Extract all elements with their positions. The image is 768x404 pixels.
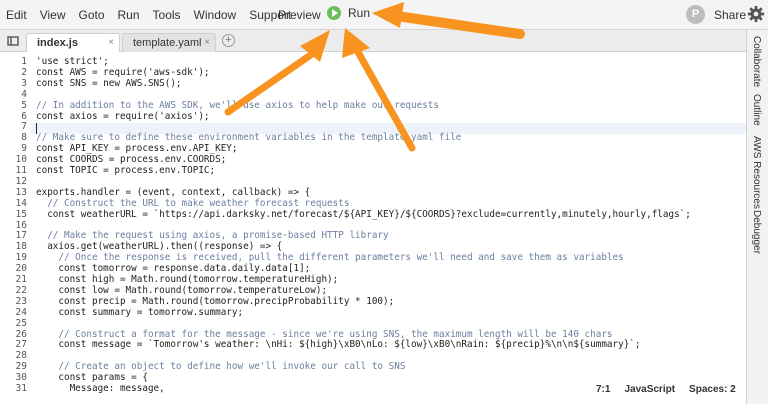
- tab-label: template.yaml: [133, 37, 202, 49]
- code-line: // Create an object to define how we'll …: [36, 361, 406, 373]
- tab-label: index.js: [37, 37, 78, 49]
- main-menu: Edit View Goto Run Tools Window Support: [0, 8, 304, 22]
- run-button[interactable]: Run: [327, 6, 370, 20]
- line-number: 27: [15, 339, 27, 351]
- avatar[interactable]: P: [686, 5, 705, 24]
- line-number: 6: [21, 110, 27, 122]
- line-number: 15: [15, 208, 27, 220]
- code-line: 'use strict';: [36, 56, 109, 67]
- tab-index-js[interactable]: index.js ×: [26, 33, 120, 53]
- line-number: 14: [15, 197, 27, 209]
- run-icon: [327, 6, 341, 20]
- menu-item-run[interactable]: Run: [118, 8, 140, 22]
- code-line: const TOPIC = process.env.TOPIC;: [36, 165, 216, 176]
- code-line: // Make sure to define these environment…: [36, 132, 462, 144]
- line-number: 1: [21, 56, 27, 67]
- code-line: exports.handler = (event, context, callb…: [36, 186, 311, 198]
- line-number: 30: [15, 372, 27, 384]
- tab-bar: index.js × template.yaml × +: [0, 30, 746, 53]
- sidebar-tab-debugger[interactable]: Debugger: [751, 210, 762, 254]
- code-line: const params = {: [36, 372, 148, 384]
- line-number: 29: [15, 361, 27, 373]
- cursor-position[interactable]: 7:1: [596, 384, 610, 395]
- code-line: const precip = Math.round(tomorrow.preci…: [36, 295, 395, 307]
- line-number: 17: [15, 230, 27, 242]
- code-line: const API_KEY = process.env.API_KEY;: [36, 143, 238, 155]
- line-number: 22: [15, 284, 27, 296]
- code-line: const tomorrow = response.data.daily.dat…: [36, 263, 311, 275]
- code-line: // Make the request using axios, a promi…: [36, 230, 389, 242]
- line-number: 18: [15, 241, 27, 253]
- line-number: 12: [15, 175, 27, 187]
- code-line: const low = Math.round(tomorrow.temperat…: [36, 284, 328, 296]
- code-line: axios.get(weatherURL).then((response) =>…: [36, 241, 283, 253]
- line-number: 26: [15, 328, 27, 340]
- code-line: const weatherURL = `https://api.darksky.…: [36, 208, 691, 220]
- line-number: 25: [15, 317, 27, 329]
- line-number: 5: [21, 99, 27, 111]
- code-line: const high = Math.round(tomorrow.tempera…: [36, 274, 339, 285]
- code-line: // Once the response is received, pull t…: [36, 252, 624, 264]
- line-number: 9: [21, 143, 27, 155]
- line-number: 19: [15, 252, 27, 264]
- gear-icon[interactable]: [747, 5, 765, 23]
- code-line: Message: message,: [36, 383, 165, 394]
- sidebar-tab-outline[interactable]: Outline: [751, 94, 762, 126]
- line-number: 3: [21, 77, 27, 89]
- menu-bar: Edit View Goto Run Tools Window Support: [0, 0, 768, 30]
- language-mode[interactable]: JavaScript: [624, 384, 675, 395]
- line-number: 24: [15, 306, 27, 318]
- line-number: 16: [15, 219, 27, 231]
- line-number: 11: [15, 165, 27, 176]
- menu-item-tools[interactable]: Tools: [153, 8, 181, 22]
- line-number: 21: [15, 274, 27, 285]
- menu-item-goto[interactable]: Goto: [78, 8, 104, 22]
- sidebar-tab-collaborate[interactable]: Collaborate: [751, 36, 762, 87]
- close-tab-icon[interactable]: ×: [204, 37, 210, 48]
- line-number: 7: [21, 121, 27, 133]
- right-sidebar: Collaborate Outline AWS Resources Debugg…: [746, 30, 768, 404]
- indent-setting[interactable]: Spaces: 2: [689, 384, 736, 395]
- share-button[interactable]: Share: [714, 8, 746, 22]
- code-line: const AWS = require('aws-sdk');: [36, 66, 210, 78]
- code-line: // Construct the URL to make weather for…: [36, 197, 350, 209]
- line-number: 8: [21, 132, 27, 144]
- menu-item-edit[interactable]: Edit: [6, 8, 27, 22]
- code-line: // Construct a format for the message - …: [36, 328, 613, 340]
- code-line: const summary = tomorrow.summary;: [36, 306, 244, 318]
- menu-item-view[interactable]: View: [40, 8, 66, 22]
- code-line: const COORDS = process.env.COORDS;: [36, 154, 227, 166]
- line-number: 20: [15, 263, 27, 275]
- line-number: 4: [21, 88, 27, 100]
- preview-button[interactable]: Preview: [278, 8, 321, 22]
- line-number: 23: [15, 295, 27, 307]
- code-line: // In addition to the AWS SDK, we'll use…: [36, 99, 439, 111]
- close-tab-icon[interactable]: ×: [108, 37, 114, 48]
- line-number: 31: [15, 383, 27, 394]
- line-number: 2: [21, 66, 27, 78]
- file-menu-icon[interactable]: [7, 35, 19, 47]
- line-gutter: 1 2 3 4 5 6 7 8 9 10 11 12 13 14 15 16 17 18 19 20 21 22 23 24 2…: [0, 52, 31, 404]
- status-bar: 7:1 JavaScript Spaces: 2: [596, 383, 763, 396]
- menu-item-window[interactable]: Window: [194, 8, 237, 22]
- line-number: 28: [15, 350, 27, 362]
- add-tab-icon[interactable]: +: [222, 34, 235, 47]
- code-line: const axios = require('axios');: [36, 110, 210, 122]
- line-number: 10: [15, 154, 27, 166]
- code-line: const SNS = new AWS.SNS();: [36, 77, 182, 89]
- run-label: Run: [348, 6, 371, 20]
- line-number: 13: [15, 186, 27, 198]
- tab-template-yaml[interactable]: template.yaml ×: [122, 33, 216, 52]
- sidebar-tab-aws-resources[interactable]: AWS Resources: [751, 136, 762, 209]
- code-line: const message = `Tomorrow's weather: \nH…: [36, 339, 641, 351]
- code-editor[interactable]: 1 2 3 4 5 6 7 8 9 10 11 12 13 14 15 16 17 18 19 20 21 22 23 24 2…: [0, 52, 746, 404]
